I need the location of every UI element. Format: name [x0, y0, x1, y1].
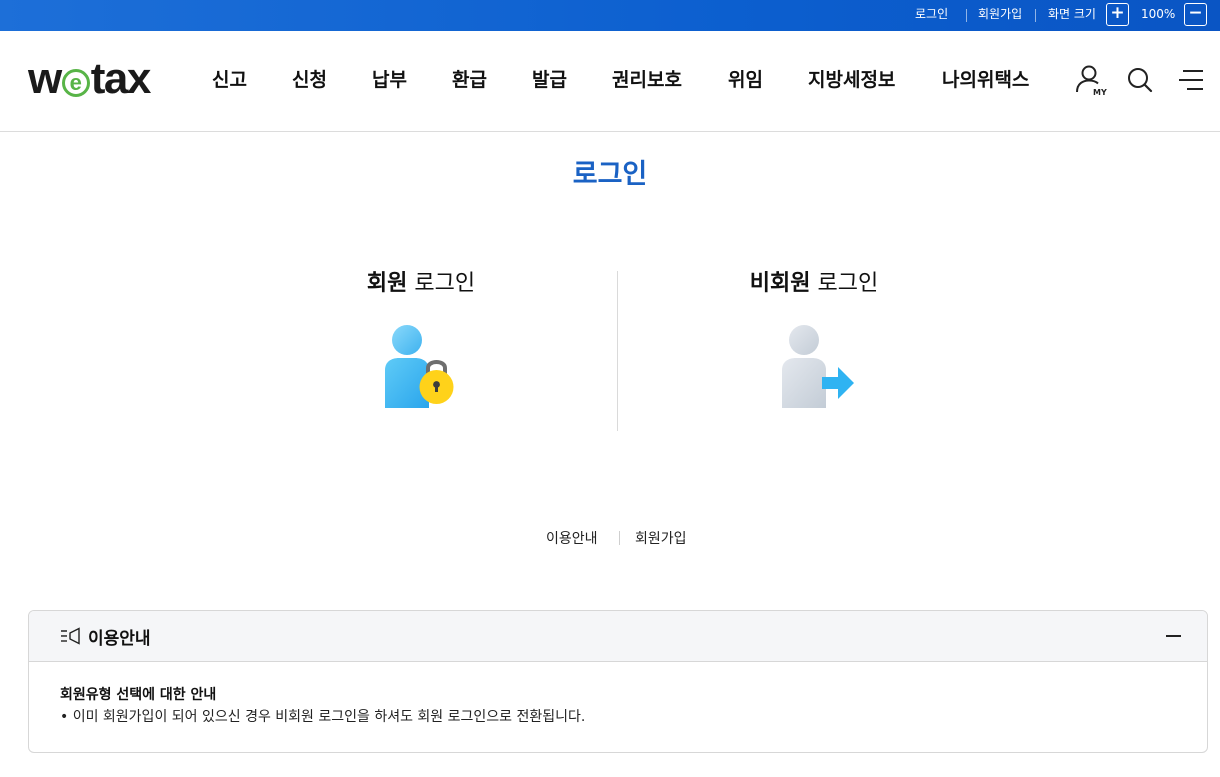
page-title: 로그인 [572, 159, 648, 190]
zoom-level: 100% [1141, 7, 1176, 21]
zoom-in-button[interactable]: + [1106, 3, 1129, 26]
member-login-label: 회원 로그인 [366, 271, 476, 296]
link-separator [619, 531, 620, 545]
info-line: • 이미 회원가입이 되어 있으신 경우 비회원 로그인을 하셔도 회원 로그인… [60, 709, 586, 725]
member-lock-icon [381, 322, 461, 412]
signup-link[interactable]: 회원가입 [635, 528, 687, 548]
zoom-out-button[interactable]: − [1184, 3, 1207, 26]
collapse-minus-icon[interactable] [1166, 635, 1181, 637]
usage-info-title: 이용안내 [88, 629, 151, 649]
top-separator [966, 9, 967, 22]
site-header: w e tax 신고 신청 납부 환급 발급 권리보호 위임 지방세정보 나의위택스… [0, 31, 1220, 132]
usage-info-header[interactable]: 이용안내 [29, 611, 1207, 662]
panel-divider [617, 271, 618, 431]
nav-item-local-tax-info[interactable]: 지방세정보 [808, 67, 895, 93]
nav-item-report[interactable]: 신고 [212, 67, 247, 93]
my-page-icon[interactable]: MY [1074, 64, 1108, 102]
nav-item-pay[interactable]: 납부 [372, 67, 407, 93]
top-login-link[interactable]: 로그인 [915, 0, 948, 31]
search-icon[interactable] [1126, 66, 1154, 98]
nav-item-issue[interactable]: 발급 [532, 67, 567, 93]
top-signup-link[interactable]: 회원가입 [978, 0, 1022, 31]
usage-info-body: 회원유형 선택에 대한 안내 • 이미 회원가입이 되어 있으신 경우 비회원 … [29, 662, 1207, 728]
screen-size-label: 화면 크기 [1048, 7, 1096, 21]
nav-item-apply[interactable]: 신청 [292, 67, 327, 93]
guest-arrow-icon [778, 322, 858, 412]
guest-login-label: 비회원 로그인 [749, 271, 879, 296]
logo-tax: tax [90, 54, 152, 103]
info-subtitle: 회원유형 선택에 대한 안내 [60, 687, 217, 703]
nav-item-rights[interactable]: 권리보호 [612, 67, 682, 93]
guest-login-option[interactable]: 비회원 로그인 [649, 268, 979, 428]
usage-info-panel: 이용안내 회원유형 선택에 대한 안내 • 이미 회원가입이 되어 있으신 경우… [28, 610, 1208, 753]
member-login-option[interactable]: 회원 로그인 [256, 268, 586, 428]
notice-megaphone-icon [61, 627, 81, 649]
nav-item-my-wetax[interactable]: 나의위택스 [942, 67, 1029, 93]
menu-icon[interactable] [1178, 68, 1206, 98]
wetax-logo[interactable]: w e tax [28, 54, 152, 103]
guide-link[interactable]: 이용안내 [546, 528, 598, 548]
nav-item-delegation[interactable]: 위임 [728, 67, 763, 93]
my-label: MY [1093, 88, 1107, 97]
logo-e-mark: e [61, 69, 90, 97]
nav-item-refund[interactable]: 환급 [452, 67, 487, 93]
utility-bar: 로그인 회원가입 화면 크기 + 100% − [0, 0, 1220, 31]
logo-w: w [28, 54, 62, 103]
top-separator [1035, 9, 1036, 22]
